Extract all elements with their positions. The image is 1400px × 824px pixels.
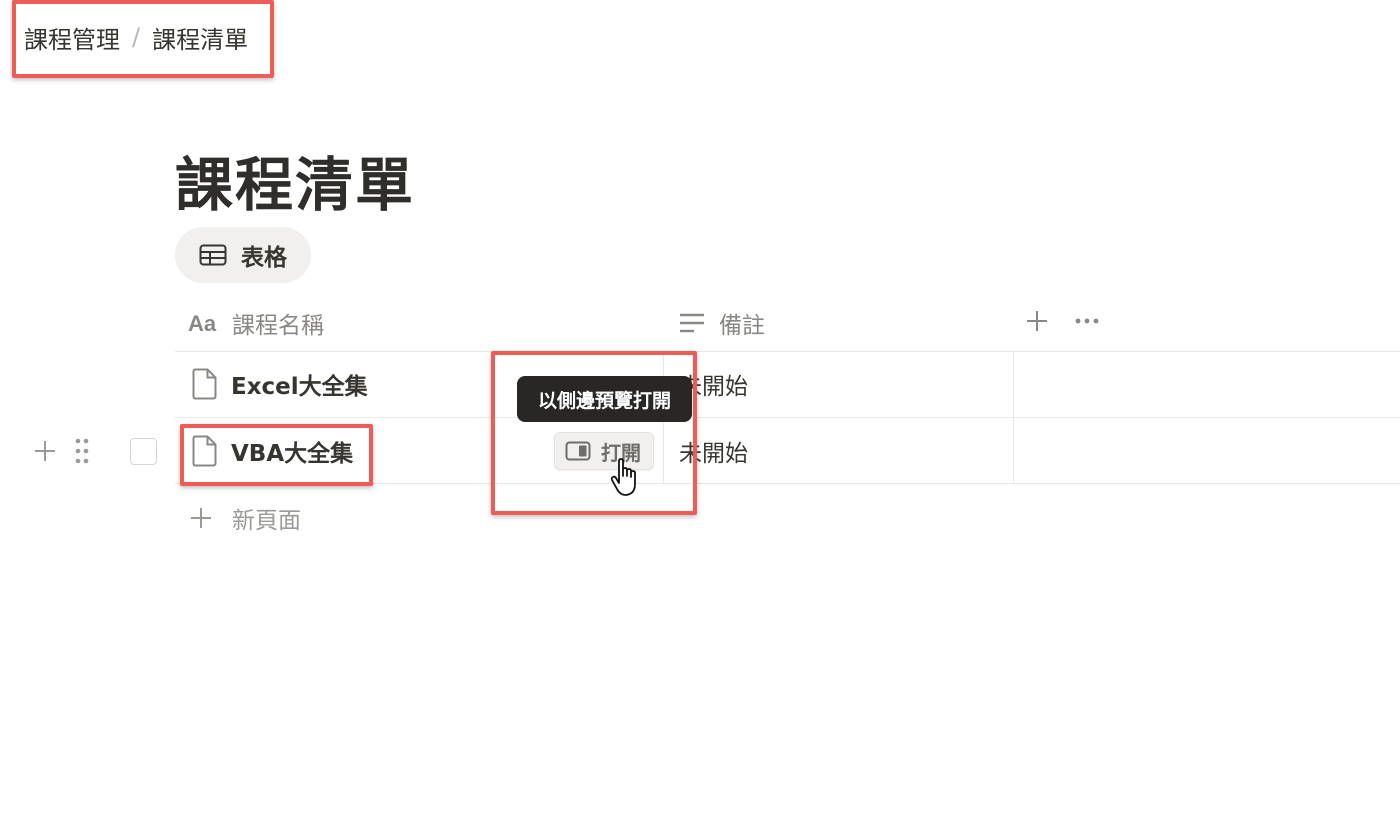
column-divider	[1013, 352, 1014, 484]
header-divider	[175, 351, 1400, 352]
table-icon	[199, 244, 227, 266]
view-tab-label: 表格	[241, 245, 287, 271]
row-title: Excel大全集	[231, 374, 368, 400]
new-page-button[interactable]: 新頁面	[190, 500, 301, 536]
view-tab-table[interactable]: 表格	[175, 227, 311, 283]
table-row-name-cell[interactable]: VBA大全集	[192, 431, 353, 471]
column-header-course-name[interactable]: Aa 課程名稱	[188, 296, 324, 350]
row-divider	[175, 417, 1400, 418]
row-divider	[175, 483, 1400, 484]
hand-cursor-icon	[610, 458, 636, 496]
breadcrumb: 課程管理 / 課程清單	[24, 20, 248, 54]
side-peek-icon	[565, 441, 591, 461]
row-select-checkbox[interactable]	[130, 438, 157, 465]
text-type-icon: Aa	[188, 312, 217, 334]
breadcrumb-separator: /	[132, 23, 141, 51]
text-lines-icon	[680, 313, 704, 333]
plus-icon	[191, 508, 211, 528]
table-row-note-cell[interactable]: 未開始	[679, 431, 748, 471]
drag-handle-icon[interactable]	[74, 437, 90, 465]
page-title[interactable]: 課程清單	[175, 138, 415, 222]
column-header-label: 課程名稱	[232, 313, 324, 339]
page-icon	[192, 368, 217, 400]
new-page-label: 新頁面	[232, 508, 301, 534]
page-icon	[192, 435, 217, 467]
breadcrumb-item-course-management[interactable]: 課程管理	[24, 20, 120, 55]
breadcrumb-item-course-list[interactable]: 課程清單	[152, 20, 248, 55]
tooltip: 以側邊預覽打開	[517, 376, 692, 422]
more-horizontal-icon[interactable]	[1075, 316, 1099, 326]
column-header-notes[interactable]: 備註	[679, 296, 765, 350]
add-column-plus-icon[interactable]	[1026, 310, 1048, 332]
table-row-name-cell[interactable]: Excel大全集	[192, 364, 368, 404]
row-title: VBA大全集	[231, 441, 354, 467]
column-header-label: 備註	[719, 313, 765, 339]
svg-text:Aa: Aa	[188, 312, 217, 334]
add-row-plus-icon[interactable]	[34, 440, 56, 462]
